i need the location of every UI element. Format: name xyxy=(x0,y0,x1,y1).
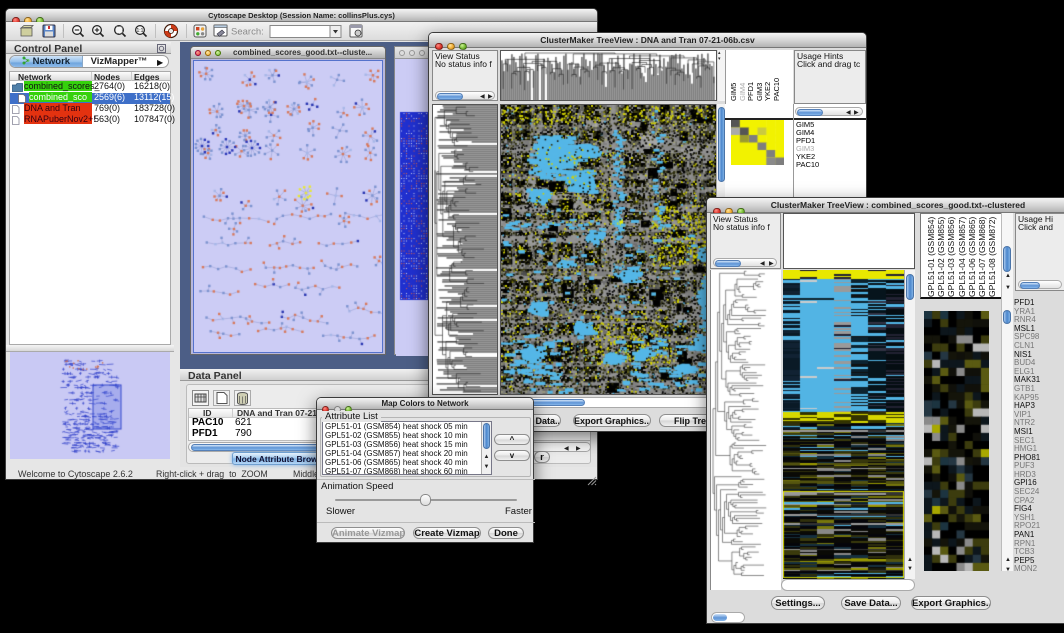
svg-text:1:1: 1:1 xyxy=(137,28,144,34)
svg-text:Search:: Search: xyxy=(231,27,264,38)
